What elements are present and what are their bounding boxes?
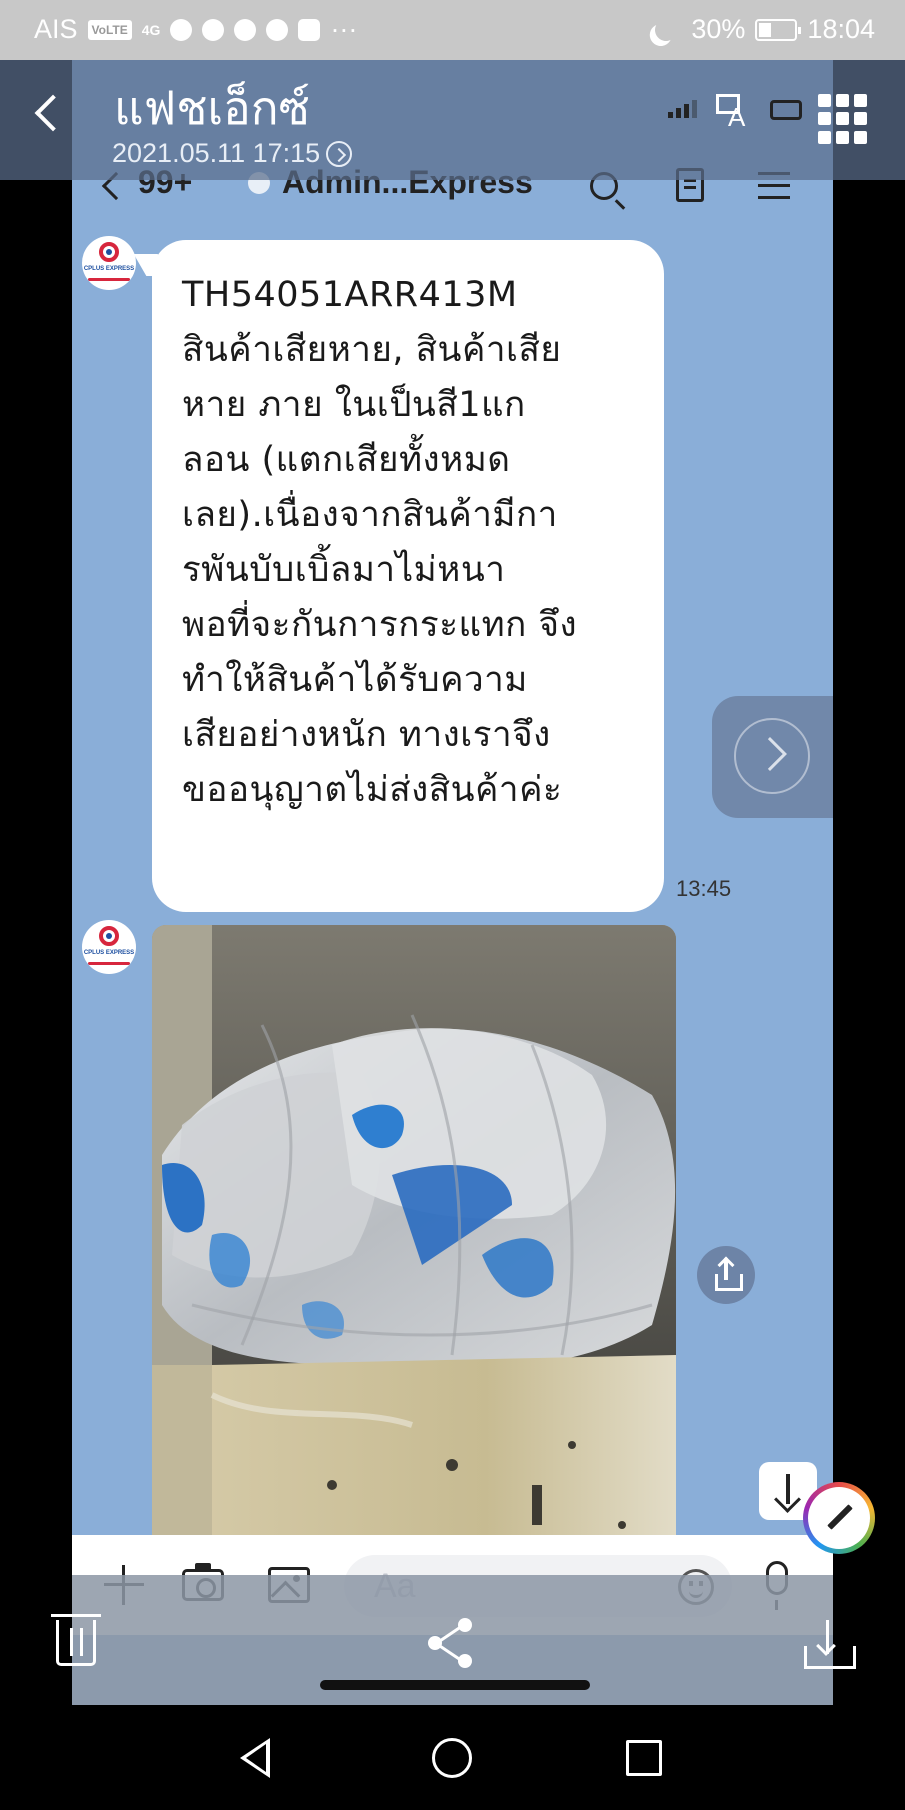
message-line: TH54051ARR413M xyxy=(182,275,518,315)
more-notifications-icon: ··· xyxy=(330,14,358,44)
edit-icon[interactable] xyxy=(803,1482,875,1554)
carrier-label: AIS xyxy=(34,14,78,44)
grid-icon[interactable] xyxy=(818,94,868,144)
message-line: สินค้าเสียหาย, สินค้าเสีย xyxy=(182,330,562,370)
left-letterbox xyxy=(0,60,72,1705)
avatar-brand: CPLUS EXPRESS xyxy=(83,950,135,956)
message-line: เลย).เนื่องจากสินค้ามีกา xyxy=(182,495,558,535)
message-line: ทำให้สินค้าได้รับความ xyxy=(182,660,528,700)
status-right: 30% 18:04 xyxy=(655,14,875,45)
brand-logo-icon xyxy=(99,926,119,946)
gallery-date[interactable]: 2021.05.11 17:15 xyxy=(112,138,353,169)
clock: 18:04 xyxy=(807,14,875,44)
nav-recent-apps-icon[interactable] xyxy=(626,1740,662,1776)
avatar[interactable]: CPLUS EXPRESS xyxy=(82,920,136,974)
battery-percent: 30% xyxy=(691,14,746,44)
chevron-right-circle-icon xyxy=(326,140,353,167)
do-not-disturb-icon xyxy=(654,17,679,42)
brand-logo-icon xyxy=(99,242,119,262)
status-left: AIS VoLTE 4G ··· xyxy=(34,14,357,45)
gallery-title: แฟชเอ็กซ์ xyxy=(114,81,310,135)
avatar-brand: CPLUS EXPRESS xyxy=(83,266,135,272)
signal-icon xyxy=(668,100,697,118)
photo-date: 2021.05.11 17:15 xyxy=(112,138,321,168)
right-letterbox xyxy=(833,60,905,1705)
avatar[interactable]: CPLUS EXPRESS xyxy=(82,236,136,290)
user-add-icon xyxy=(234,18,257,41)
message-line: รพันบับเบิ้ลมาไม่หนา xyxy=(182,550,506,590)
trash-icon[interactable] xyxy=(51,1614,101,1666)
share-icon[interactable] xyxy=(428,1618,474,1668)
parcel-photo-illustration xyxy=(152,925,676,1595)
damaged-parcel-photo[interactable] xyxy=(152,925,676,1595)
battery-icon xyxy=(755,18,802,41)
message-bubble[interactable]: TH54051ARR413M สินค้าเสียหาย, สินค้าเสีย… xyxy=(152,240,664,912)
message-line: เสียอย่างหนัก ทางเราจึง xyxy=(182,715,551,755)
share-icon[interactable] xyxy=(697,1246,755,1304)
nav-back-icon[interactable] xyxy=(240,1738,270,1778)
nav-home-icon[interactable] xyxy=(432,1738,472,1778)
screenshot-frame: 99+ Admin...Express CPLUS EXPRESS TH5405… xyxy=(72,60,833,1705)
facebook-icon xyxy=(266,18,289,41)
message-line: ขออนุญาตไม่ส่งสินค้าค่ะ xyxy=(182,770,563,810)
message-line: หาย ภาย ในเป็นสี1แก xyxy=(182,385,526,425)
next-image-button[interactable] xyxy=(712,696,833,818)
home-indicator xyxy=(320,1680,590,1690)
instagram-icon xyxy=(298,18,321,41)
download-icon[interactable] xyxy=(804,1620,856,1670)
message-line: ลอน (แตกเสียทั้งหมด xyxy=(182,440,511,480)
translate-icon[interactable]: A xyxy=(716,94,766,144)
network-label: 4G xyxy=(141,21,161,38)
screenshot-battery-icon xyxy=(770,100,802,120)
messenger-icon xyxy=(170,18,193,41)
volte-badge: VoLTE xyxy=(87,19,132,40)
message-line: พอที่จะกันการกระแทก จึง xyxy=(182,605,578,645)
line-icon xyxy=(202,18,225,41)
message-time: 13:45 xyxy=(676,876,732,901)
status-bar: AIS VoLTE 4G ··· 30% 18:04 xyxy=(0,0,905,60)
